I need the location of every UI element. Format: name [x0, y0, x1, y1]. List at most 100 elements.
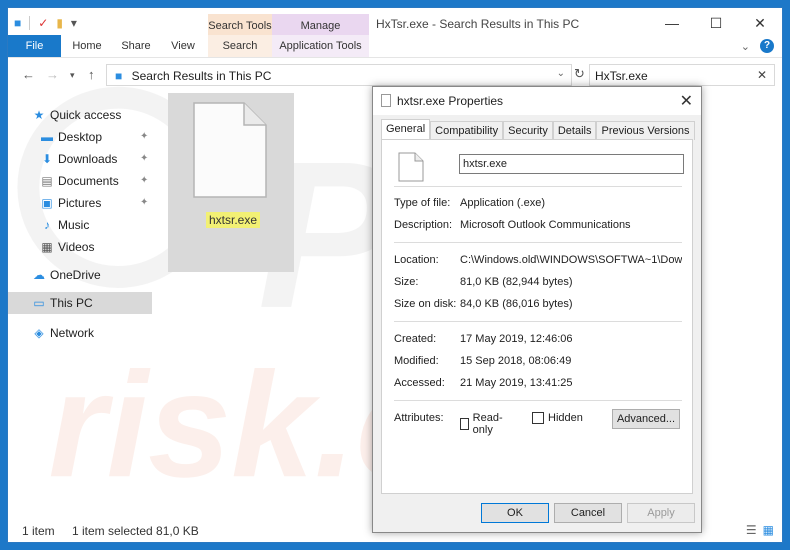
sidebar-item-label: Documents: [58, 174, 119, 188]
apply-button[interactable]: Apply: [627, 503, 695, 523]
address-field[interactable]: ■ Search Results in This PC ⌄: [106, 64, 572, 86]
breadcrumb-label: Search Results in This PC: [131, 69, 272, 83]
music-icon: ♪: [44, 218, 50, 232]
cancel-button[interactable]: Cancel: [554, 503, 622, 523]
video-icon: ▦: [41, 240, 53, 254]
divider: [394, 186, 682, 187]
size-value: 81,0 KB (82,944 bytes): [460, 276, 573, 288]
divider: [394, 321, 682, 322]
tab-details[interactable]: Details: [552, 121, 597, 140]
clear-search-icon[interactable]: ✕: [757, 68, 767, 82]
address-dropdown-icon[interactable]: ⌄: [557, 68, 565, 79]
sidebar-item-downloads[interactable]: ⬇ Downloads ✦: [40, 148, 148, 170]
created-value: 17 May 2019, 12:46:06: [460, 333, 573, 345]
close-icon[interactable]: ✕: [738, 8, 782, 38]
sidebar-item-music[interactable]: ♪ Music: [40, 214, 89, 236]
new-folder-icon[interactable]: ▮: [56, 16, 63, 30]
up-icon[interactable]: ↑: [88, 67, 95, 82]
type-value: Application (.exe): [460, 197, 545, 209]
sidebar-item-label: OneDrive: [50, 268, 101, 282]
expand-ribbon-icon[interactable]: ⌄: [741, 40, 750, 53]
search-results-icon: ■: [115, 69, 123, 83]
computer-icon: ▭: [33, 296, 45, 310]
advanced-button[interactable]: Advanced...: [612, 409, 680, 429]
app-icon: ■: [14, 16, 22, 30]
ok-button[interactable]: OK: [481, 503, 549, 523]
navigation-pane: ★ Quick access ▬ Desktop ✦ ⬇ Downloads ✦ ▤ D…: [8, 98, 152, 518]
sidebar-item-this-pc[interactable]: ▭ This PC: [8, 292, 152, 314]
sidebar-item-videos[interactable]: ▦ Videos: [40, 236, 94, 258]
sidebar-item-label: Downloads: [58, 152, 118, 166]
sidebar-item-label: Videos: [58, 240, 95, 254]
hidden-checkbox[interactable]: Hidden: [532, 412, 583, 424]
general-panel: hxtsr.exe Type of file: Application (.ex…: [381, 139, 693, 494]
help-icon[interactable]: ?: [760, 39, 774, 53]
sidebar-item-documents[interactable]: ▤ Documents ✦: [40, 170, 148, 192]
tab-general[interactable]: General: [381, 119, 431, 140]
forward-icon[interactable]: →: [46, 67, 59, 82]
sidebar-item-onedrive[interactable]: ☁ OneDrive: [32, 264, 101, 286]
download-icon: ⬇: [41, 152, 53, 166]
tab-application-tools[interactable]: Application Tools: [272, 35, 369, 57]
ribbon-tabs: File Home Share View Search Application …: [8, 35, 782, 58]
search-input[interactable]: HxTsr.exe ✕: [589, 64, 775, 86]
breadcrumb[interactable]: ■ Search Results in This PC: [115, 69, 271, 83]
back-icon[interactable]: ←: [22, 67, 35, 82]
file-icon: [193, 102, 267, 198]
pin-icon[interactable]: ✦: [140, 170, 148, 192]
large-icons-view-icon[interactable]: ▦: [763, 523, 774, 537]
network-icon: ◈: [34, 326, 44, 340]
size-on-disk-value: 84,0 KB (86,016 bytes): [460, 298, 573, 310]
divider: [29, 16, 31, 30]
desktop-icon: ▬: [41, 130, 53, 144]
search-value: HxTsr.exe: [595, 69, 648, 83]
pin-icon[interactable]: ✦: [140, 148, 148, 170]
minimize-icon[interactable]: —: [650, 8, 694, 38]
refresh-icon[interactable]: ↻: [574, 66, 585, 82]
tab-view[interactable]: View: [164, 35, 202, 57]
star-icon: ★: [33, 108, 45, 122]
close-icon[interactable]: ✕: [680, 91, 693, 111]
pin-icon[interactable]: ✦: [140, 126, 148, 148]
properties-icon[interactable]: ✓: [38, 16, 48, 30]
divider: [394, 400, 682, 401]
tab-share[interactable]: Share: [114, 35, 158, 57]
sidebar-item-label: Quick access: [50, 108, 122, 122]
selection-info: 1 item selected 81,0 KB: [72, 524, 199, 538]
modified-value: 15 Sep 2018, 08:06:49: [460, 355, 572, 367]
sidebar-item-label: Network: [50, 326, 95, 340]
file-item[interactable]: hxtsr.exe: [168, 93, 294, 272]
checkbox-box[interactable]: [532, 412, 544, 424]
pin-icon[interactable]: ✦: [140, 192, 148, 214]
quick-access-toolbar: ■ ✓ ▮ ▾: [14, 16, 77, 30]
sidebar-item-label: This PC: [50, 296, 93, 310]
tab-security[interactable]: Security: [503, 121, 553, 140]
recent-locations-icon[interactable]: ▾: [70, 70, 75, 81]
tab-compatibility[interactable]: Compatibility: [430, 121, 504, 140]
sidebar-item-desktop[interactable]: ▬ Desktop ✦: [40, 126, 148, 148]
sidebar-item-pictures[interactable]: ▣ Pictures ✦: [40, 192, 148, 214]
file-name-field[interactable]: hxtsr.exe: [459, 154, 684, 174]
dialog-tabs: General Compatibility Security Details P…: [381, 119, 695, 140]
read-only-label: Read-only: [472, 412, 503, 436]
sidebar-item-quick-access[interactable]: ★ Quick access: [32, 104, 122, 126]
tab-file[interactable]: File: [8, 35, 61, 57]
file-name-label: hxtsr.exe: [206, 212, 261, 228]
tab-home[interactable]: Home: [66, 35, 108, 57]
properties-dialog: hxtsr.exe Properties ✕ General Compatibi…: [372, 86, 702, 533]
hidden-label: Hidden: [548, 412, 583, 424]
location-value: C:\Windows.old\WINDOWS\SOFTWA~1\Download…: [460, 254, 682, 266]
document-icon: ▤: [41, 174, 53, 188]
tab-previous-versions[interactable]: Previous Versions: [596, 121, 695, 140]
customize-qat-icon[interactable]: ▾: [71, 16, 77, 30]
details-view-icon[interactable]: ☰: [746, 523, 757, 537]
maximize-icon[interactable]: ☐: [694, 8, 738, 38]
window-controls: — ☐ ✕: [650, 8, 782, 38]
sidebar-item-network[interactable]: ◈ Network: [32, 322, 94, 344]
file-type-icon: [398, 152, 424, 182]
checkbox-box[interactable]: [460, 418, 469, 430]
tab-search[interactable]: Search: [208, 35, 272, 57]
read-only-checkbox[interactable]: Read-only: [460, 412, 506, 436]
picture-icon: ▣: [41, 196, 53, 210]
window-title: HxTsr.exe - Search Results in This PC: [376, 17, 580, 31]
